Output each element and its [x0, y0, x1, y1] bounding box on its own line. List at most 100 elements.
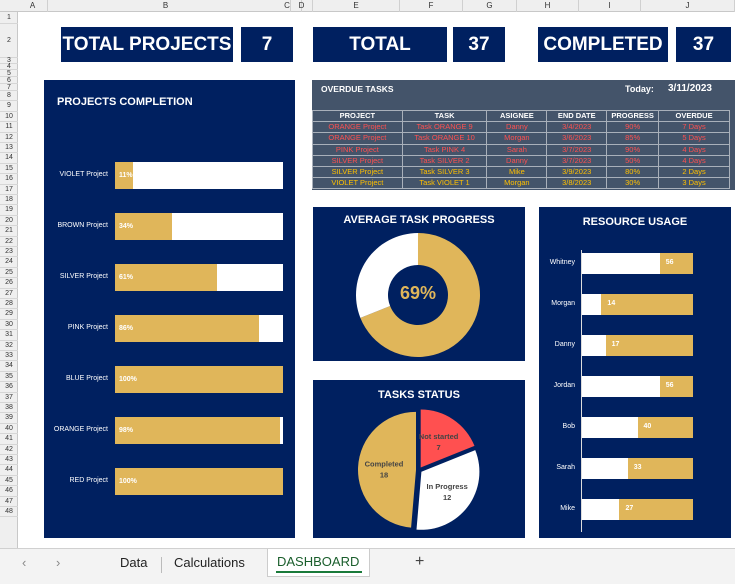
- row-header[interactable]: 16: [0, 174, 18, 185]
- prev-sheet-button[interactable]: ‹: [22, 555, 26, 570]
- row-header[interactable]: 32: [0, 341, 18, 351]
- row-header[interactable]: 38: [0, 403, 18, 414]
- table-cell: PINK Project: [312, 143, 403, 156]
- column-header[interactable]: C: [284, 0, 291, 12]
- row-header[interactable]: 39: [0, 413, 18, 424]
- row-header[interactable]: 1: [0, 12, 18, 24]
- tab-data[interactable]: Data: [120, 555, 147, 570]
- row-header[interactable]: 18: [0, 195, 18, 206]
- row-header[interactable]: 19: [0, 205, 18, 216]
- kpi-total-projects-value: 7: [241, 27, 293, 62]
- column-header[interactable]: G: [463, 0, 517, 12]
- row-header[interactable]: 7: [0, 84, 18, 91]
- row-header[interactable]: 41: [0, 434, 18, 445]
- row-header[interactable]: 12: [0, 133, 18, 143]
- row-header[interactable]: 9: [0, 101, 18, 112]
- row-header[interactable]: 36: [0, 382, 18, 393]
- row-header[interactable]: 26: [0, 278, 18, 289]
- row-header[interactable]: 2: [0, 24, 18, 58]
- row-header[interactable]: 10: [0, 112, 18, 123]
- row-header[interactable]: 24: [0, 257, 18, 268]
- row-header[interactable]: 14: [0, 153, 18, 164]
- row-header[interactable]: 28: [0, 299, 18, 310]
- tab-calculations[interactable]: Calculations: [174, 555, 245, 570]
- table-cell: 3/6/2023: [546, 132, 608, 145]
- column-header[interactable]: B: [30, 0, 302, 12]
- row-header[interactable]: 27: [0, 289, 18, 299]
- tasks-status-panel: TASKS STATUS Not started 7 In Progress 12 Co…: [313, 380, 525, 538]
- row-header[interactable]: 8: [0, 91, 18, 102]
- row-header[interactable]: 42: [0, 445, 18, 455]
- resource-bar: [582, 499, 620, 520]
- table-cell: VIOLET Project: [312, 177, 403, 190]
- row-header[interactable]: 29: [0, 309, 18, 320]
- project-label: ORANGE Project: [53, 426, 108, 433]
- project-label: SILVER Project: [59, 273, 108, 280]
- table-row: SILVER Project Task SILVER 2 Danny 3/7/2023…: [312, 154, 730, 167]
- resource-bar-track: 56: [582, 376, 693, 397]
- row-header[interactable]: 46: [0, 486, 18, 497]
- resource-value: 40: [643, 423, 652, 430]
- resource-label: Mike: [560, 505, 575, 512]
- row-header[interactable]: 23: [0, 247, 18, 258]
- overdue-table: PROJECT TASK ASIGNEE END DATE PROGRESS OVERDU…: [312, 109, 730, 190]
- column-header[interactable]: J: [641, 0, 735, 12]
- table-cell: 5 Days: [658, 132, 730, 145]
- pie-label: In Progress: [427, 482, 468, 491]
- row-header[interactable]: 15: [0, 164, 18, 175]
- column-header[interactable]: H: [517, 0, 579, 12]
- row-header[interactable]: 44: [0, 465, 18, 476]
- kpi-completed-label: COMPLETED: [538, 27, 668, 62]
- column-header: END DATE: [546, 109, 608, 123]
- row-header[interactable]: 21: [0, 226, 18, 237]
- today-label: Today:: [625, 84, 654, 94]
- overdue-title: OVERDUE TASKS: [321, 84, 394, 94]
- row-header[interactable]: 25: [0, 268, 18, 279]
- row-header[interactable]: 35: [0, 372, 18, 383]
- projects-completion-title: PROJECTS COMPLETION: [57, 96, 193, 108]
- table-cell: SILVER Project: [312, 165, 403, 179]
- project-bar: 100%: [115, 468, 283, 495]
- tab-dashboard[interactable]: DASHBOARD: [267, 549, 370, 577]
- row-header[interactable]: 43: [0, 455, 18, 466]
- row-header[interactable]: 45: [0, 476, 18, 487]
- table-cell: Mike: [486, 165, 548, 179]
- row-header[interactable]: 20: [0, 216, 18, 227]
- row-header[interactable]: 31: [0, 330, 18, 341]
- table-cell: 3/7/2023: [546, 143, 608, 156]
- table-cell: 30%: [606, 177, 660, 190]
- kpi-completed-value: 37: [676, 27, 731, 62]
- table-row: ORANGE Project Task ORANGE 10 Morgan 3/6/20…: [312, 132, 730, 145]
- row-header[interactable]: 30: [0, 320, 18, 331]
- row-header[interactable]: 13: [0, 143, 18, 154]
- row-header[interactable]: 48: [0, 507, 18, 518]
- column-header[interactable]: F: [400, 0, 463, 12]
- row-header[interactable]: 17: [0, 185, 18, 195]
- row-header[interactable]: 5: [0, 70, 18, 77]
- project-label: RED Project: [69, 477, 108, 484]
- table-cell: 90%: [606, 143, 660, 156]
- row-header[interactable]: 11: [0, 122, 18, 133]
- row-header[interactable]: 37: [0, 393, 18, 403]
- row-header[interactable]: 47: [0, 497, 18, 507]
- add-sheet-button[interactable]: +: [415, 553, 424, 571]
- table-row: SILVER Project Task SILVER 3 Mike 3/9/2023 8…: [312, 165, 730, 179]
- row-header[interactable]: 34: [0, 361, 18, 372]
- row-header[interactable]: 22: [0, 237, 18, 247]
- project-label: PINK Project: [67, 324, 108, 331]
- resource-bar-track: 27: [582, 499, 693, 520]
- row-header[interactable]: 40: [0, 424, 18, 435]
- row-header[interactable]: 6: [0, 77, 18, 84]
- column-header[interactable]: E: [313, 0, 400, 12]
- column-header[interactable]: D: [291, 0, 313, 12]
- column-header[interactable]: I: [579, 0, 641, 12]
- table-cell: Danny: [486, 154, 548, 167]
- table-cell: Task SILVER 3: [401, 165, 488, 179]
- project-bar: 61%: [115, 264, 218, 291]
- row-header[interactable]: 33: [0, 351, 18, 362]
- next-sheet-button[interactable]: ›: [56, 555, 60, 570]
- table-cell: Morgan: [486, 177, 548, 190]
- tab-dashboard-label: DASHBOARD: [277, 554, 360, 569]
- resource-label: Danny: [554, 341, 575, 348]
- active-tab-indicator: [276, 571, 362, 573]
